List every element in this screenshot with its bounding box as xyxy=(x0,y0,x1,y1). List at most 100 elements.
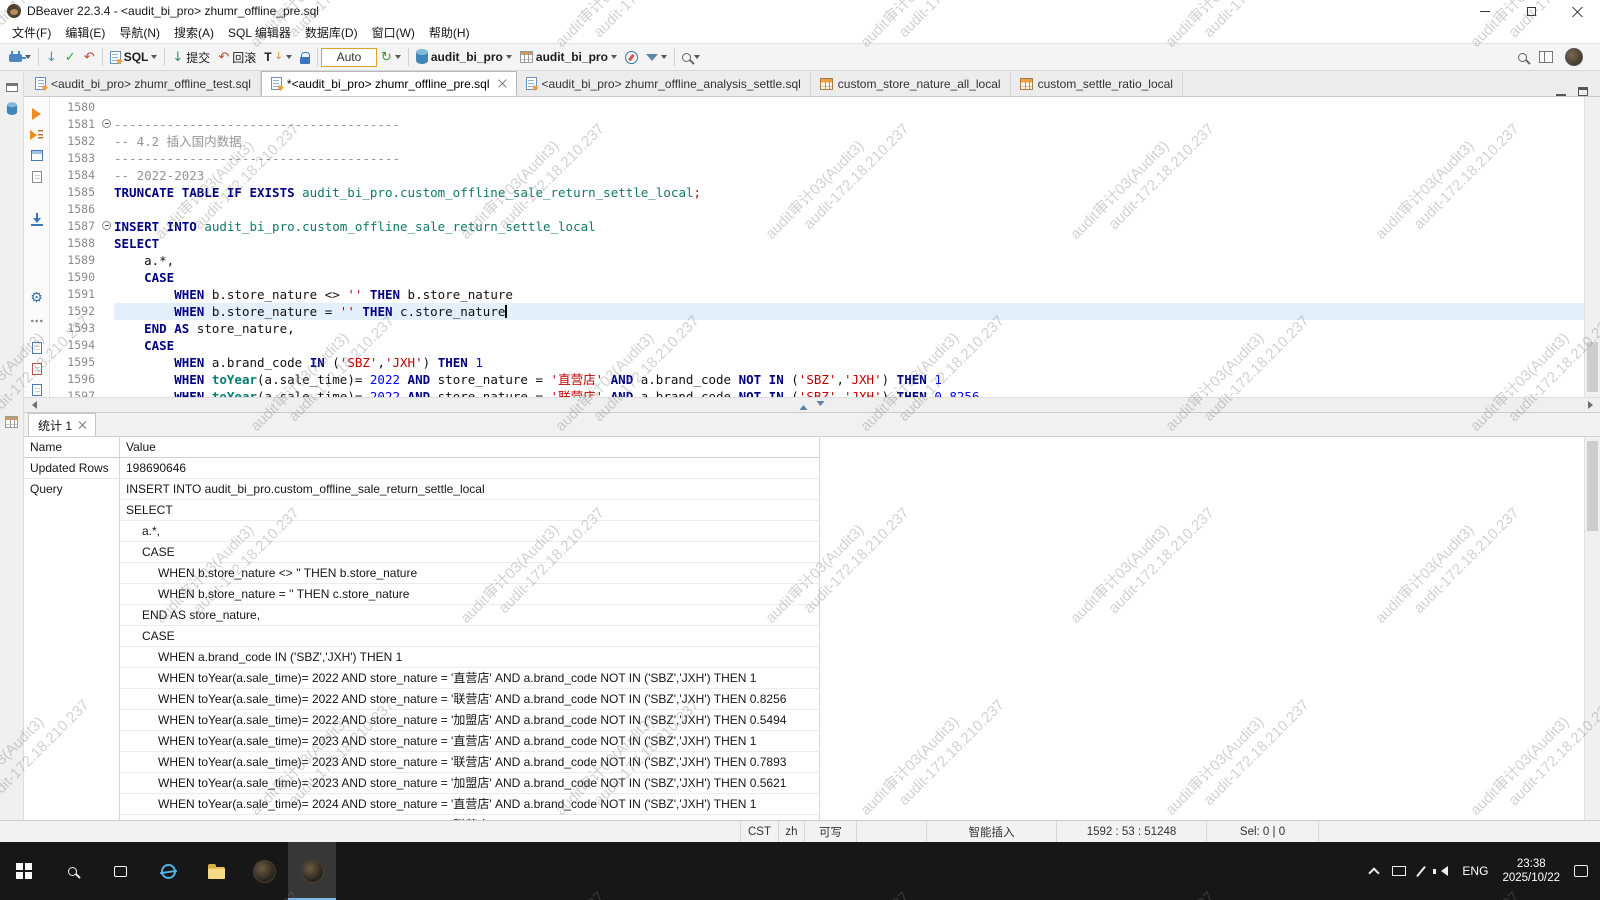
quick-search-icon[interactable] xyxy=(1518,53,1527,62)
close-button[interactable] xyxy=(1554,0,1600,22)
toolbar-search-button[interactable] xyxy=(678,45,704,69)
fold-collapse-icon[interactable] xyxy=(102,221,111,230)
pin-editor-button[interactable]: ↓ xyxy=(42,45,61,69)
execute-sql-button[interactable] xyxy=(28,107,46,120)
editor-tab-2[interactable]: *<audit_bi_pro> zhumr_offline_pre.sql xyxy=(261,71,517,96)
language-indicator[interactable]: ENG xyxy=(1462,864,1488,878)
editor-line[interactable]: 1588SELECT xyxy=(50,235,1584,252)
grid-row[interactable]: CASE xyxy=(24,626,1584,647)
menu-item-8[interactable]: 帮助(H) xyxy=(422,22,477,43)
pen-tray-icon[interactable] xyxy=(1416,865,1426,876)
editor-line[interactable]: 1582-- 4.2 插入国内数据 xyxy=(50,133,1584,150)
minimize-button[interactable] xyxy=(1462,0,1508,22)
sash-up-icon[interactable] xyxy=(800,401,808,410)
menu-item-6[interactable]: 数据库(D) xyxy=(298,22,365,43)
grid-row[interactable]: WHEN toYear(a.sale_time)= 2022 AND store… xyxy=(24,689,1584,710)
export-data-button[interactable] xyxy=(28,213,46,226)
editor-vscrollbar[interactable] xyxy=(1584,97,1600,397)
editor-line[interactable]: 1591 WHEN b.store_nature <> '' THEN b.st… xyxy=(50,286,1584,303)
commit-tx-button[interactable]: ↓提交 xyxy=(168,45,214,69)
script-log-button[interactable] xyxy=(28,170,46,183)
grid-row[interactable]: Updated Rows198690646 xyxy=(24,458,1584,479)
editor-line[interactable]: 1583------------------------------------… xyxy=(50,150,1584,167)
grid-row[interactable]: SELECT xyxy=(24,500,1584,521)
menu-item-4[interactable]: 搜索(A) xyxy=(167,22,221,43)
editor-tab-3[interactable]: <audit_bi_pro> zhumr_offline_analysis_se… xyxy=(517,71,811,96)
task-view-button[interactable] xyxy=(96,842,144,900)
editor-line[interactable]: 1590 CASE xyxy=(50,269,1584,286)
editor-line[interactable]: 1585TRUNCATE TABLE IF EXISTS audit_bi_pr… xyxy=(50,184,1584,201)
scroll-left-button[interactable] xyxy=(24,398,40,412)
scrollbar-thumb[interactable] xyxy=(1587,441,1598,531)
action-center-icon[interactable] xyxy=(1574,865,1588,877)
grid-row[interactable]: END AS store_nature, xyxy=(24,605,1584,626)
menu-item-7[interactable]: 窗口(W) xyxy=(365,22,422,43)
maximize-button[interactable] xyxy=(1508,0,1554,22)
schema-selector[interactable]: audit_bi_pro xyxy=(516,45,621,69)
ie-taskbar-button[interactable] xyxy=(144,842,192,900)
editor-line[interactable]: 1587INSERT INTO audit_bi_pro.custom_offl… xyxy=(50,218,1584,235)
grid-row[interactable]: CASE xyxy=(24,542,1584,563)
grid-row[interactable]: WHEN a.brand_code IN ('SBZ','JXH') THEN … xyxy=(24,647,1584,668)
editor-settings-button[interactable]: ⚙ xyxy=(28,291,46,305)
minimize-editor-icon[interactable] xyxy=(1556,94,1566,96)
filter-button[interactable] xyxy=(642,45,671,69)
grid-row[interactable]: a.*, xyxy=(24,521,1584,542)
grid-row[interactable]: WHEN b.store_nature <> '' THEN b.store_n… xyxy=(24,563,1584,584)
editor-tab-4[interactable]: custom_store_nature_all_local xyxy=(811,71,1011,96)
sash-down-icon[interactable] xyxy=(817,401,825,410)
monitor-tray-icon[interactable] xyxy=(1392,866,1406,876)
layout-panels-icon[interactable] xyxy=(1539,51,1553,63)
grid-row[interactable]: WHEN toYear(a.sale_time)= 2023 AND store… xyxy=(24,752,1584,773)
close-tab-icon[interactable] xyxy=(498,79,507,88)
editor-line[interactable]: 1581------------------------------------… xyxy=(50,116,1584,133)
editor-line[interactable]: 1592 WHEN b.store_nature = '' THEN c.sto… xyxy=(50,303,1584,320)
editor-line[interactable]: 1586 xyxy=(50,201,1584,218)
grid-row[interactable]: QueryINSERT INTO audit_bi_pro.custom_off… xyxy=(24,479,1584,500)
app-taskbar-button-1[interactable] xyxy=(240,842,288,900)
editor-line[interactable]: 1595 WHEN a.brand_code IN ('SBZ','JXH') … xyxy=(50,354,1584,371)
file-explorer-button[interactable] xyxy=(192,842,240,900)
editor-line[interactable]: 1594 CASE xyxy=(50,337,1584,354)
app-taskbar-button-2[interactable] xyxy=(288,842,336,900)
auto-commit-box[interactable]: Auto xyxy=(321,48,377,67)
database-selector[interactable]: audit_bi_pro xyxy=(412,45,516,69)
navigate-button[interactable] xyxy=(621,45,642,69)
editor-line[interactable]: 1584-- 2022-2023 xyxy=(50,167,1584,184)
start-button[interactable] xyxy=(0,842,48,900)
menu-item-1[interactable]: 文件(F) xyxy=(5,22,58,43)
execute-script-button[interactable] xyxy=(28,128,46,141)
rollback-tx-button[interactable]: ↶回滚 xyxy=(214,45,260,69)
lock-button[interactable] xyxy=(296,45,314,69)
scrollbar-thumb[interactable] xyxy=(1587,342,1598,392)
taskbar-clock[interactable]: 23:38 2025/10/22 xyxy=(1502,857,1560,885)
tray-expand-chevron-icon[interactable] xyxy=(1369,867,1380,878)
rail-overflow-button[interactable] xyxy=(28,315,46,328)
commit-button[interactable]: ✓ xyxy=(61,45,80,69)
sql-editor-menu-button[interactable]: SQL xyxy=(106,45,162,69)
menu-item-5[interactable]: SQL 编辑器 xyxy=(221,22,298,43)
volume-icon[interactable] xyxy=(1436,866,1448,876)
editor-tab-5[interactable]: custom_settle_ratio_local xyxy=(1011,71,1183,96)
rollback-button[interactable]: ↶ xyxy=(80,45,99,69)
sql-editor[interactable]: 15801581--------------------------------… xyxy=(50,97,1584,397)
open-sql-button[interactable] xyxy=(28,384,46,397)
results-vscrollbar[interactable] xyxy=(1584,437,1600,820)
scroll-right-button[interactable] xyxy=(1584,398,1600,412)
transaction-mode-button[interactable]: T↓ xyxy=(260,45,296,69)
fold-collapse-icon[interactable] xyxy=(102,119,111,128)
editor-line[interactable]: 1596 WHEN toYear(a.sale_time)= 2022 AND … xyxy=(50,371,1584,388)
load-sql-button[interactable] xyxy=(28,342,46,355)
database-navigator-icon[interactable] xyxy=(6,103,16,115)
grid-row[interactable]: WHEN toYear(a.sale_time)= 2022 AND store… xyxy=(24,710,1584,731)
grid-row[interactable]: WHEN toYear(a.sale_time)= 2023 AND store… xyxy=(24,773,1584,794)
editor-tab-1[interactable]: <audit_bi_pro> zhumr_offline_test.sql xyxy=(26,71,261,96)
close-tab-icon[interactable] xyxy=(78,421,86,429)
refresh-history-button[interactable]: ↻ xyxy=(377,45,405,69)
grid-row[interactable]: WHEN toYear(a.sale_time)= 2023 AND store… xyxy=(24,731,1584,752)
save-sql-button[interactable] xyxy=(28,363,46,376)
grid-row[interactable]: WHEN b.store_nature = '' THEN c.store_na… xyxy=(24,584,1584,605)
results-grid-icon[interactable] xyxy=(5,416,18,428)
menu-item-2[interactable]: 编辑(E) xyxy=(58,22,112,43)
editor-line[interactable]: 1589 a.*, xyxy=(50,252,1584,269)
